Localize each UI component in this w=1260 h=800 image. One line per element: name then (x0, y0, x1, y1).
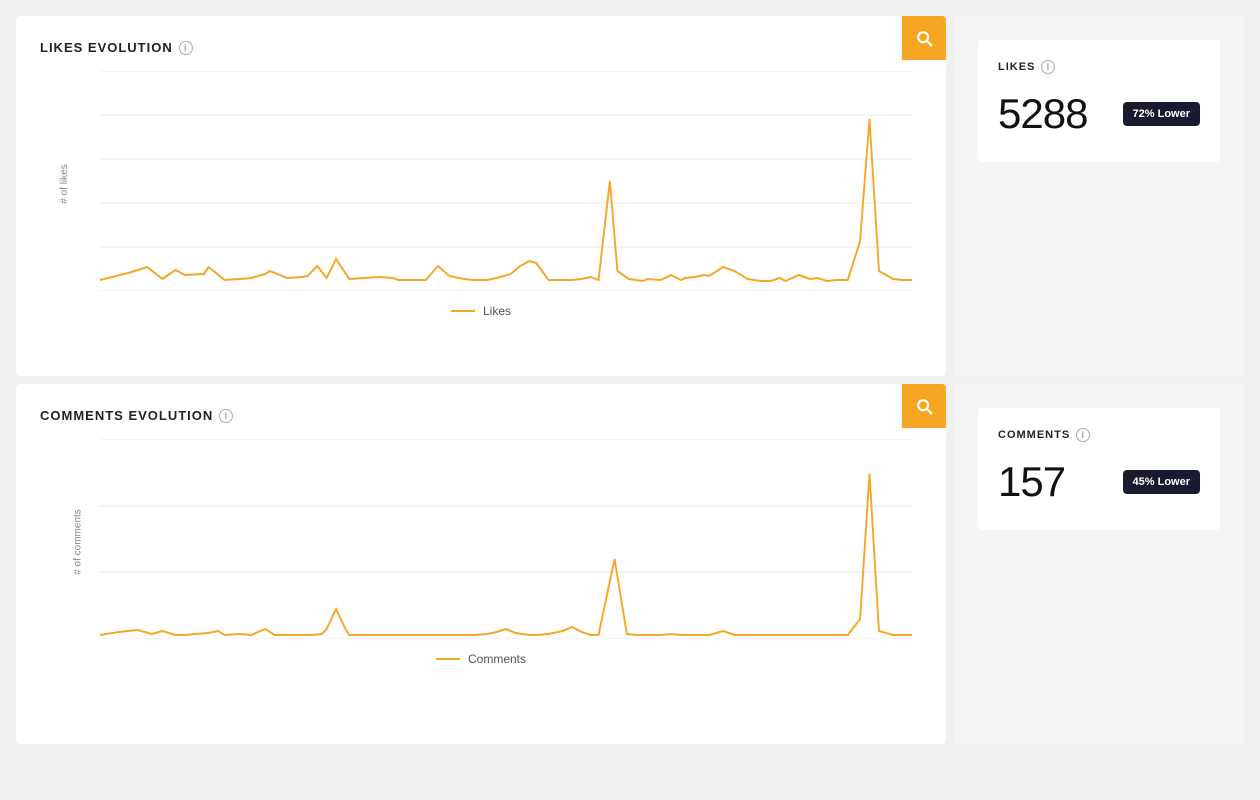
comments-stats-card: COMMENTS i 157 45% Lower (978, 408, 1220, 530)
likes-search-button[interactable] (902, 16, 946, 60)
comments-chart-area: # of comments 75 50 25 0 1. Aug (100, 439, 912, 644)
search-icon (914, 28, 934, 48)
likes-stats-label: LIKES i (998, 60, 1200, 74)
main-container: LIKES EVOLUTION i # of likes 2000 1500 1… (0, 0, 1260, 760)
likes-value: 5288 (998, 90, 1087, 138)
comments-chart-panel: COMMENTS EVOLUTION i # of comments 75 50… (16, 384, 946, 744)
comments-chart-svg: 75 50 25 0 1. Aug 8. Aug 15. Aug 22. Aug… (100, 439, 912, 639)
comments-y-axis-label: # of comments (72, 509, 83, 575)
likes-chart-panel: LIKES EVOLUTION i # of likes 2000 1500 1… (16, 16, 946, 376)
likes-label-text: LIKES (998, 61, 1035, 73)
comments-value-row: 157 45% Lower (998, 458, 1200, 506)
comments-legend-line (436, 658, 460, 660)
likes-stats-panel: LIKES i 5288 72% Lower (954, 16, 1244, 376)
likes-legend-line (451, 310, 475, 312)
likes-section-row: LIKES EVOLUTION i # of likes 2000 1500 1… (16, 16, 1244, 376)
likes-badge: 72% Lower (1123, 102, 1200, 126)
likes-stats-card: LIKES i 5288 72% Lower (978, 40, 1220, 162)
likes-stats-info-icon[interactable]: i (1041, 60, 1055, 74)
likes-chart-legend: Likes (40, 304, 922, 318)
comments-badge: 45% Lower (1123, 470, 1200, 494)
comments-stats-panel: COMMENTS i 157 45% Lower (954, 384, 1244, 744)
comments-title-text: COMMENTS EVOLUTION (40, 408, 213, 423)
comments-value: 157 (998, 458, 1065, 506)
comments-label-text: COMMENTS (998, 429, 1070, 441)
comments-section-row: COMMENTS EVOLUTION i # of comments 75 50… (16, 384, 1244, 744)
likes-y-axis-label: # of likes (59, 164, 70, 203)
likes-value-row: 5288 72% Lower (998, 90, 1200, 138)
comments-chart-legend: Comments (40, 652, 922, 666)
likes-title-text: LIKES EVOLUTION (40, 40, 173, 55)
likes-chart-title: LIKES EVOLUTION i (40, 40, 922, 55)
likes-info-icon[interactable]: i (179, 41, 193, 55)
comments-info-icon[interactable]: i (219, 409, 233, 423)
likes-chart-area: # of likes 2000 1500 1000 500 0 (100, 71, 912, 296)
likes-chart-svg: 2000 1500 1000 500 0 1. Aug 8. Aug 15. A… (100, 71, 912, 291)
search-icon-comments (914, 396, 934, 416)
likes-legend-label: Likes (483, 304, 511, 318)
comments-chart-title: COMMENTS EVOLUTION i (40, 408, 922, 423)
comments-stats-label: COMMENTS i (998, 428, 1200, 442)
comments-legend-label: Comments (468, 652, 526, 666)
comments-stats-info-icon[interactable]: i (1076, 428, 1090, 442)
comments-search-button[interactable] (902, 384, 946, 428)
